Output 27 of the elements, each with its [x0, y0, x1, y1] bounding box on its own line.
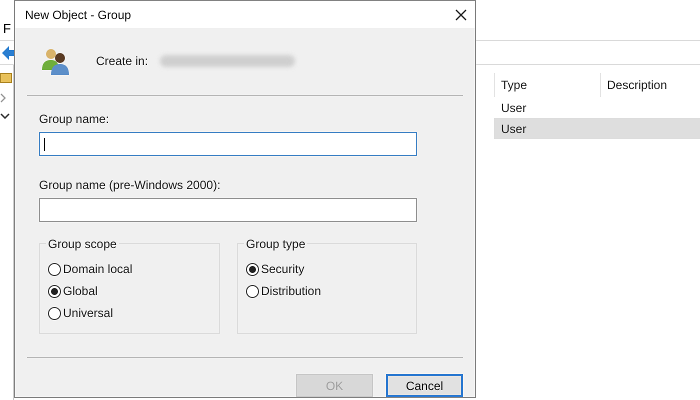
window-title: New Object - Group	[25, 6, 132, 24]
table-cell-text: User	[501, 100, 526, 116]
radio-label: Distribution	[261, 283, 322, 300]
input-field[interactable]	[39, 132, 417, 156]
field-label: Group name (pre-Windows 2000):	[39, 177, 222, 194]
radio-button[interactable]	[246, 284, 259, 298]
text-cursor	[44, 138, 45, 150]
radio-label: Security	[261, 261, 304, 278]
radio-button[interactable]	[48, 306, 61, 320]
create-in-label: Create in:	[96, 52, 148, 70]
close-icon[interactable]	[455, 8, 467, 20]
table-cell-text: User	[501, 120, 526, 138]
chevron-right-icon[interactable]	[0, 93, 6, 103]
radio-label: Domain local	[63, 261, 132, 278]
radio-button[interactable]	[48, 284, 61, 298]
back-arrow-icon[interactable]	[2, 46, 14, 60]
radio-button[interactable]	[246, 262, 259, 276]
radio-label: Universal	[63, 305, 114, 322]
table-row[interactable]: User	[494, 118, 700, 139]
dialog-button[interactable]: Cancel	[386, 374, 463, 397]
radio-button[interactable]	[48, 262, 61, 276]
radio-label: Global	[63, 283, 98, 300]
input-field[interactable]	[39, 198, 417, 222]
folder-icon	[0, 73, 12, 83]
chevron-down-icon[interactable]	[0, 113, 10, 119]
menu-item[interactable]: F	[3, 18, 11, 38]
field-label: Group name:	[39, 111, 110, 128]
